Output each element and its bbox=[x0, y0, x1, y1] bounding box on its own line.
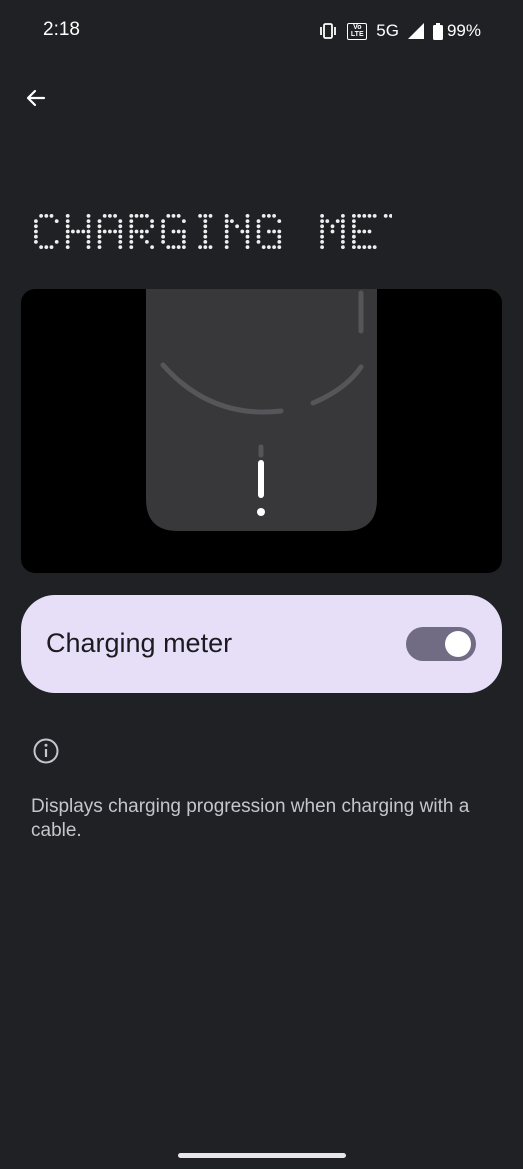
toggle-thumb bbox=[445, 631, 471, 657]
network-type: 5G bbox=[376, 21, 399, 40]
signal-icon bbox=[407, 23, 424, 39]
battery-icon bbox=[432, 22, 443, 40]
charging-meter-screen: 2:18 Vo LTE 5G 99% Charging meter Displa… bbox=[0, 0, 523, 1169]
vibrate-icon bbox=[318, 22, 338, 40]
status-icons: Vo LTE 5G 99% bbox=[318, 19, 481, 43]
charging-meter-setting[interactable]: Charging meter bbox=[21, 595, 502, 693]
volte-icon: Vo LTE bbox=[347, 22, 368, 40]
arrow-back-icon bbox=[26, 89, 46, 107]
status-bar: 2:18 Vo LTE 5G 99% bbox=[0, 0, 523, 62]
phone-charging-meter-illustration bbox=[146, 289, 377, 531]
charging-meter-toggle[interactable] bbox=[406, 627, 476, 661]
volte-top-text: Vo bbox=[353, 24, 362, 31]
info-description: Displays charging progression when charg… bbox=[31, 796, 470, 841]
volte-bottom-text: LTE bbox=[350, 31, 364, 38]
info-icon bbox=[32, 737, 60, 765]
battery-percent: 99% bbox=[446, 21, 481, 40]
back-button[interactable] bbox=[18, 80, 54, 116]
charging-meter-label: Charging meter bbox=[46, 628, 233, 658]
page-title-dot-matrix bbox=[34, 214, 472, 249]
charging-preview bbox=[21, 289, 502, 573]
status-time: 2:18 bbox=[43, 19, 80, 40]
page-title bbox=[32, 210, 472, 255]
gesture-nav-handle[interactable] bbox=[178, 1153, 346, 1158]
